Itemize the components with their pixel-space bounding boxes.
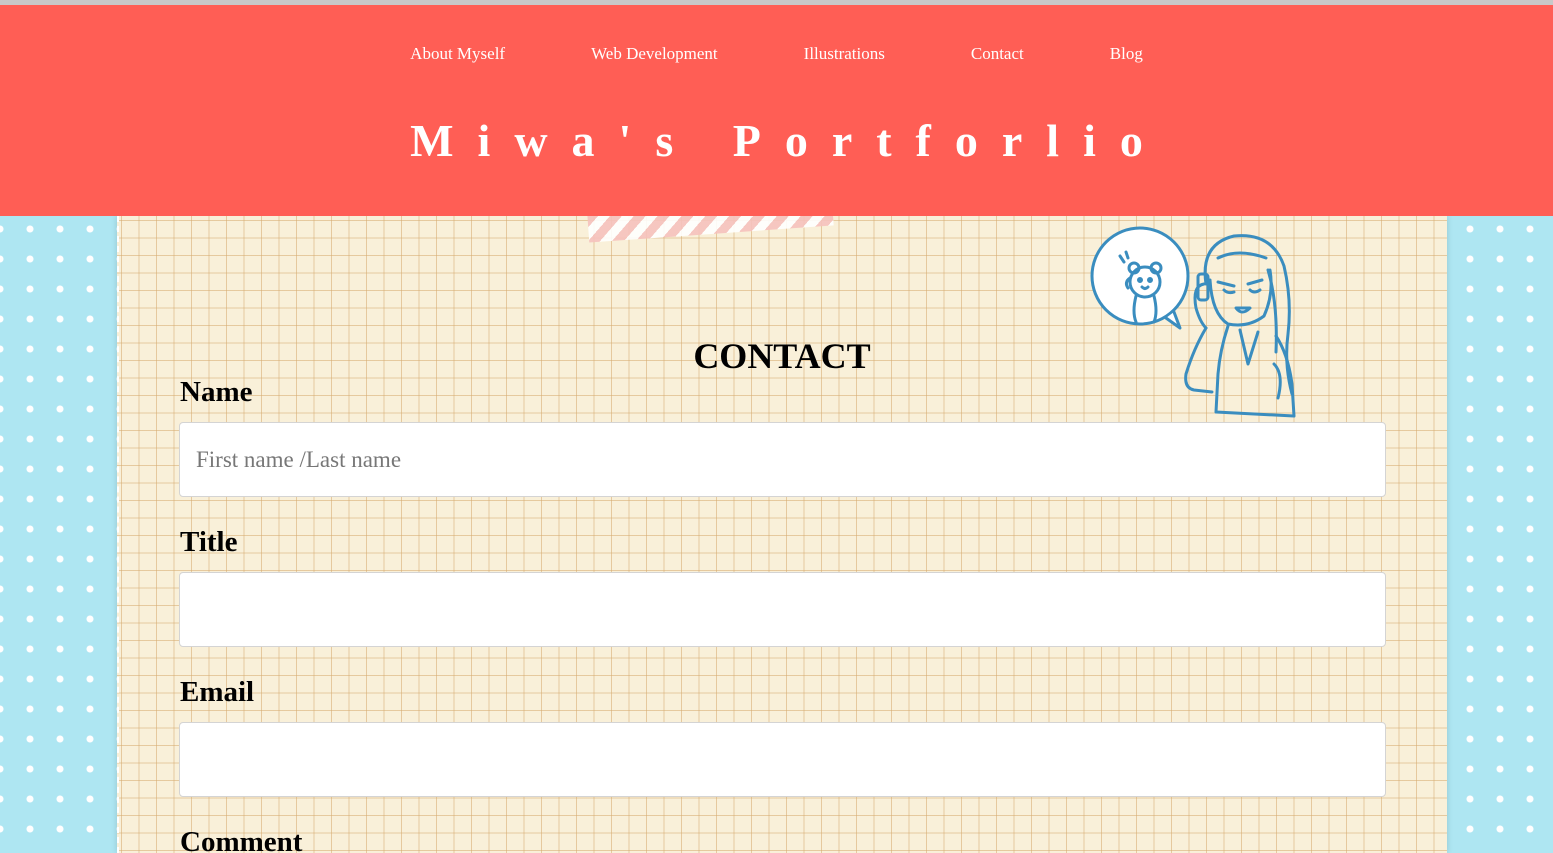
name-label: Name: [180, 376, 253, 408]
site-title: Miwa's Portforlio: [410, 115, 1167, 166]
email-label: Email: [180, 676, 255, 708]
comment-label: Comment: [180, 826, 303, 853]
nav-link-web-development[interactable]: Web Development: [591, 44, 718, 64]
nav-link-blog[interactable]: Blog: [1110, 44, 1143, 64]
site-header: About Myself Web Development Illustratio…: [0, 5, 1553, 216]
email-input[interactable]: [179, 722, 1386, 797]
nav-link-contact[interactable]: Contact: [971, 44, 1024, 64]
nav-link-about-myself[interactable]: About Myself: [410, 44, 505, 64]
girl-on-phone-with-bear-icon: [1088, 224, 1300, 418]
nav-link-illustrations[interactable]: Illustrations: [804, 44, 885, 64]
name-input[interactable]: [179, 422, 1386, 497]
title-input[interactable]: [179, 572, 1386, 647]
title-label: Title: [180, 526, 238, 558]
main-nav: About Myself Web Development Illustratio…: [0, 44, 1553, 64]
contact-heading: CONTACT: [693, 336, 871, 376]
